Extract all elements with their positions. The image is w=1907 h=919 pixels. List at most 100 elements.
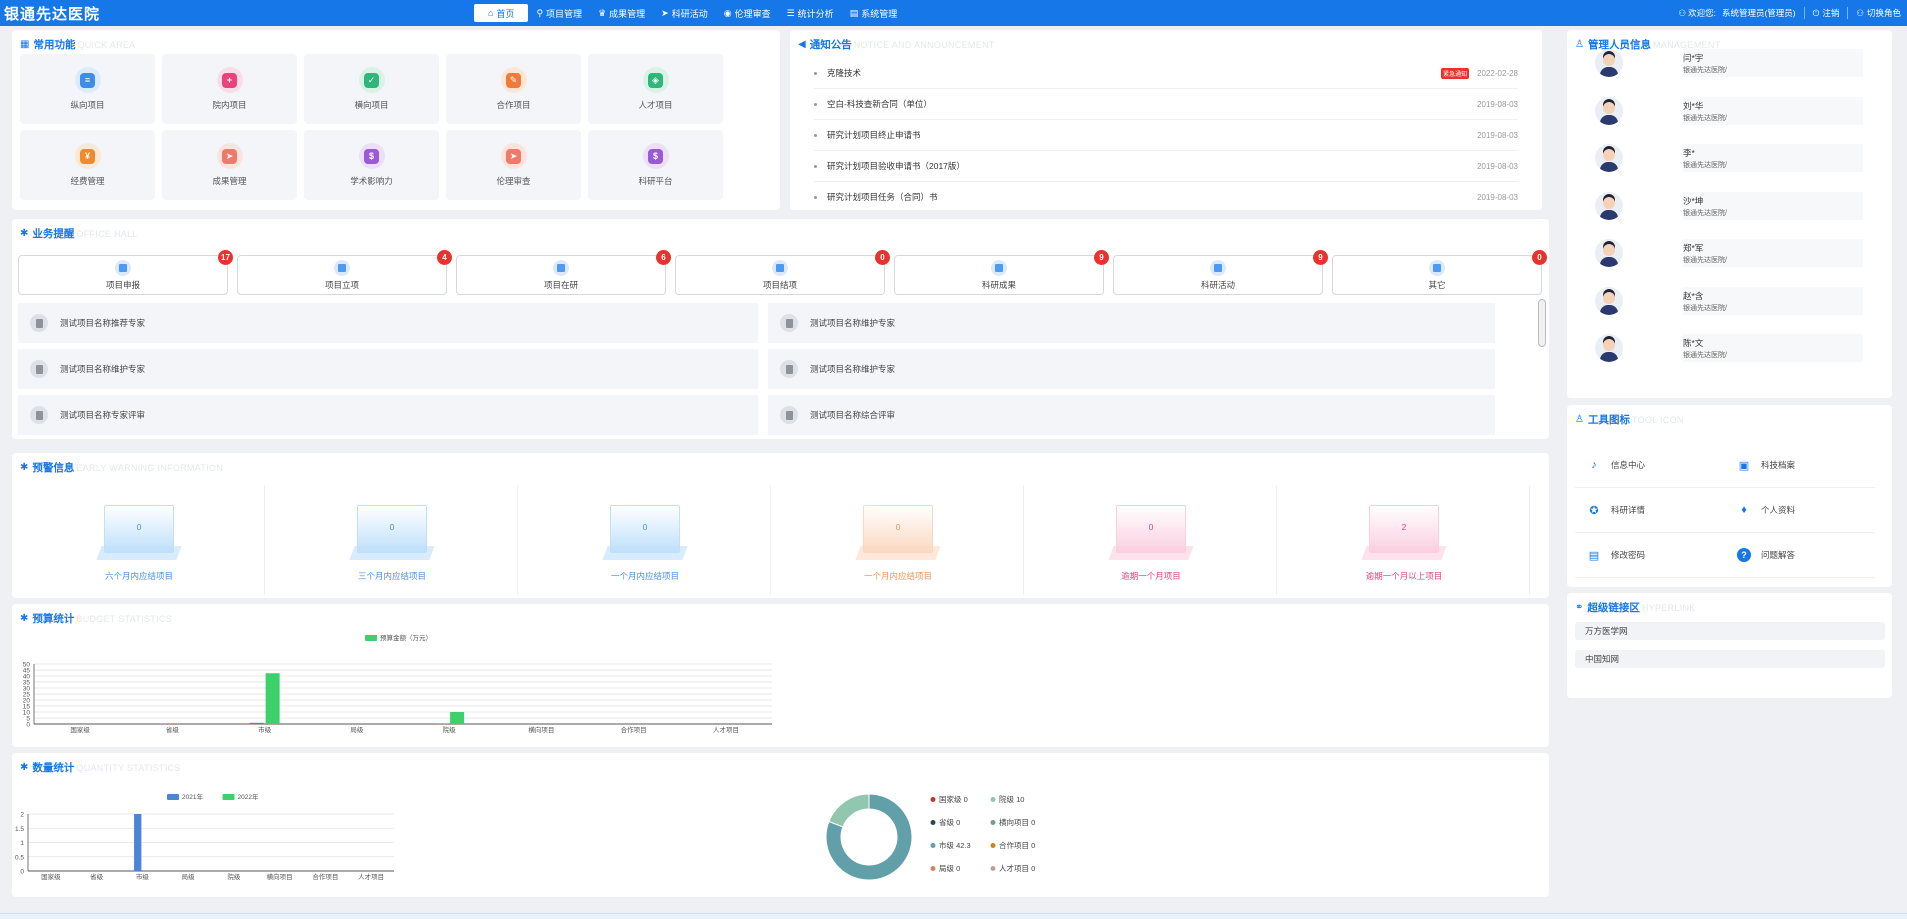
tool-label: 修改密码 — [1611, 550, 1646, 560]
link-cnki[interactable]: 中国知网 — [1575, 650, 1885, 668]
switch-role-link[interactable]: 切换角色 — [1867, 7, 1901, 19]
nav-project-management[interactable]: ⚲ 项目管理 — [528, 4, 590, 22]
business-tab[interactable]: 项目结项 0 — [675, 250, 890, 295]
warning-card[interactable]: 0 一个月内应结项目 — [518, 485, 771, 595]
nav-home[interactable]: ⌂ 首页 — [474, 4, 529, 22]
quick-tile[interactable]: ◈ 人才项目 — [588, 54, 723, 124]
business-tab-label: 项目申报 — [105, 279, 140, 290]
puzzle-icon: ✱ — [20, 462, 29, 473]
y-tick-label: 0 — [20, 869, 24, 876]
staff-card[interactable]: 赵*含 银通先达医院/ — [1595, 284, 1865, 318]
staff-card[interactable]: 沙*坤 银通先达医院/ — [1595, 189, 1865, 223]
x-tick-label: 院级 — [227, 872, 241, 881]
tool-item[interactable]: ♪ 信息中心 — [1575, 443, 1725, 488]
notice-item[interactable]: 研究计划项目终止申请书 2019-08-03 — [814, 120, 1518, 151]
quick-tile[interactable]: ➤ 成果管理 — [162, 130, 297, 200]
cube-icon: 0 — [1108, 505, 1194, 560]
quick-tile[interactable]: ✓ 横向项目 — [304, 54, 439, 124]
link-wanfang[interactable]: 万方医学网 — [1575, 622, 1885, 640]
task-item[interactable]: 测试项目名称维护专家 — [768, 349, 1495, 389]
business-tab[interactable]: 项目申报 17 — [18, 250, 233, 295]
staff-name: 郑*军 — [1683, 243, 1704, 253]
tools-panel: ♙ 工具图标 TOOL ICON ♪ 信息中心 ▣ 科技档案 ✪ 科研详情 ♦ 个人资料 ▤ 修改密码… — [1567, 405, 1892, 587]
tool-item[interactable]: ▣ 科技档案 — [1725, 443, 1875, 488]
quick-tile[interactable]: $ 科研平台 — [588, 130, 723, 200]
monitor-icon — [1429, 259, 1445, 276]
nav-system-management[interactable]: ▤ 系统管理 — [842, 4, 906, 22]
task-item[interactable]: 测试项目名称维护专家 — [768, 303, 1495, 343]
logout-link[interactable]: 注销 — [1822, 7, 1839, 19]
tools-title: ♙ 工具图标 TOOL ICON — [1575, 412, 1684, 427]
nav-statistics[interactable]: ☰ 统计分析 — [779, 4, 842, 22]
user-area: ⚇ 欢迎您: 系统管理员(管理员) ⏻ 注销 ⚇ 切换角色 — [1672, 0, 1901, 26]
notice-item[interactable]: 研究计划项目验收申请书（2017版） 2019-08-03 — [814, 151, 1518, 182]
warning-card[interactable]: 2 逾期一个月以上项目 — [1277, 485, 1530, 595]
file-icon — [30, 360, 48, 378]
quick-tile-label: 纵向项目 — [70, 100, 105, 110]
quick-tile[interactable]: $ 学术影响力 — [304, 130, 439, 200]
tool-item[interactable]: ♦ 个人资料 — [1725, 488, 1875, 533]
warning-title: ✱ 预警信息 EARLY WARNING INFORMATION — [20, 460, 223, 475]
panel-title-text: 业务提醒 — [32, 228, 75, 240]
warning-label: 逾期一个月项目 — [1121, 571, 1181, 581]
count-badge: 9 — [1313, 250, 1328, 265]
warning-card[interactable]: 0 一个月内应结项目 — [771, 485, 1024, 595]
warning-card[interactable]: 0 三个月内应结项目 — [265, 485, 518, 595]
panel-title-en: OFFICE HALL — [76, 228, 138, 239]
file-icon — [780, 314, 798, 332]
count-badge: 9 — [1094, 250, 1109, 265]
staff-card[interactable]: 郑*军 银通先达医院/ — [1595, 236, 1865, 270]
bar — [249, 722, 264, 724]
warning-card[interactable]: 0 六个月内应结项目 — [12, 485, 265, 595]
staff-name: 刘*华 — [1683, 100, 1704, 111]
bottom-bar — [0, 913, 1907, 919]
nav-research-activity[interactable]: ➤ 科研活动 — [653, 4, 716, 22]
task-item[interactable]: 测试项目名称维护专家 — [18, 349, 758, 389]
nav-achievement-management[interactable]: ♛ 成果管理 — [590, 4, 653, 22]
warning-panel: ✱ 预警信息 EARLY WARNING INFORMATION 0 六个月内应结项目… — [12, 453, 1549, 598]
staff-name: 闫*宇 — [1683, 53, 1704, 63]
business-tab[interactable]: 项目立项 4 — [237, 250, 452, 295]
notice-date: 2019-08-03 — [1477, 130, 1518, 140]
x-tick-label: 局级 — [182, 872, 196, 881]
task-item[interactable]: 测试项目名称推荐专家 — [18, 303, 758, 343]
tool-item[interactable]: ▤ 修改密码 — [1575, 533, 1725, 578]
warning-count: 2 — [1401, 522, 1407, 532]
task-list-scrollbar[interactable] — [1538, 299, 1546, 347]
quick-tile[interactable]: ➤ 伦理审查 — [446, 130, 581, 200]
y-tick-label: 50 — [23, 662, 31, 669]
staff-card[interactable]: 闫*宇 银通先达医院/ — [1595, 46, 1865, 80]
quick-area-title: ▦ 常用功能 QUICK AREA — [20, 37, 135, 52]
pie-legend-label: 人才项目 0 — [999, 863, 1035, 873]
notice-item[interactable]: 研究计划项目任务（合同）书 2019-08-03 — [814, 182, 1518, 213]
quick-tile[interactable]: ¥ 经费管理 — [20, 130, 155, 200]
task-item[interactable]: 测试项目名称专家评审 — [18, 395, 758, 435]
task-item[interactable]: 测试项目名称综合评审 — [768, 395, 1495, 435]
quick-tile[interactable]: ≡ 纵向项目 — [20, 54, 155, 124]
warning-card[interactable]: 0 逾期一个月项目 — [1024, 485, 1277, 595]
count-badge: 0 — [1532, 250, 1547, 265]
business-tab[interactable]: 项目在研 6 — [456, 250, 671, 295]
legend-label: 预算金额（万元） — [380, 633, 432, 642]
nav-label: 首页 — [496, 8, 515, 19]
business-tab[interactable]: 科研活动 9 — [1113, 250, 1328, 295]
link-icon: ⚭ — [1575, 602, 1584, 613]
current-user: 系统管理员(管理员) — [1721, 8, 1796, 18]
quick-tile[interactable]: ✎ 合作项目 — [446, 54, 581, 124]
staff-card[interactable]: 陈*文 银通先达医院/ — [1595, 331, 1865, 365]
business-tab[interactable]: 其它 0 — [1332, 250, 1547, 295]
business-tab[interactable]: 科研成果 9 — [894, 250, 1109, 295]
cube-icon: 0 — [349, 505, 435, 560]
nav-ethics-review[interactable]: ◉ 伦理审查 — [716, 4, 779, 22]
quick-tile-label: 合作项目 — [496, 100, 531, 110]
staff-card[interactable]: 李* 银通先达医院/ — [1595, 141, 1865, 175]
business-tab-label: 其它 — [1428, 279, 1446, 290]
notice-item[interactable]: 空白-科技查新合同（单位） 2019-08-03 — [814, 89, 1518, 120]
notice-item[interactable]: 克隆技术 紧急通知 2022-02-28 — [814, 58, 1518, 89]
tool-item[interactable]: ✪ 科研详情 — [1575, 488, 1725, 533]
task-label: 测试项目名称维护专家 — [810, 318, 896, 328]
tool-item[interactable]: ? 问题解答 — [1725, 533, 1875, 578]
quick-tile[interactable]: + 院内项目 — [162, 54, 297, 124]
staff-card[interactable]: 刘*华 银通先达医院/ — [1595, 94, 1865, 128]
avatar — [1595, 144, 1623, 172]
